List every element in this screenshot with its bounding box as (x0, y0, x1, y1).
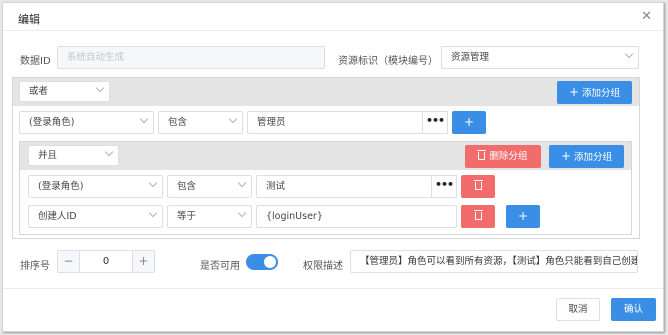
chevron-down-icon (228, 114, 238, 124)
plus-icon: + (517, 209, 529, 223)
inner-condition-2-operator[interactable]: 等于 (167, 205, 252, 228)
plus-icon: + (560, 149, 571, 163)
sort-stepper[interactable]: − 0 + (57, 250, 155, 273)
toggle-knob (264, 256, 276, 268)
sort-label: 排序号 (20, 261, 50, 272)
enabled-label: 是否可用 (200, 261, 240, 272)
inner-add-group-label: 添加分组 (574, 152, 613, 163)
resource-select-value: 资源管理 (451, 52, 490, 63)
inner-logic-select[interactable]: 并且 (28, 145, 119, 166)
inner-add-condition-button[interactable]: + (506, 205, 540, 228)
outer-condition-field-value: (登录角色) (29, 117, 75, 128)
close-icon[interactable]: ✕ (641, 9, 652, 24)
inner-condition-1-operator-value: 包含 (177, 181, 197, 192)
inner-condition-2-field[interactable]: 创建人ID (28, 205, 163, 228)
inner-condition-1-more-button[interactable]: ••• (431, 175, 457, 198)
chevron-down-icon (95, 83, 105, 93)
desc-label: 权限描述 (303, 261, 343, 272)
outer-add-condition-button[interactable]: + (452, 111, 486, 134)
sort-increment-button[interactable]: + (132, 251, 154, 272)
delete-group-label: 删除分组 (489, 151, 528, 162)
plus-icon: + (463, 115, 475, 129)
sort-value[interactable]: 0 (80, 251, 132, 272)
outer-condition-operator[interactable]: 包含 (158, 111, 243, 134)
resource-select[interactable]: 资源管理 (441, 46, 639, 69)
confirm-button[interactable]: 确认 (611, 298, 656, 321)
inner-condition-2-field-value: 创建人ID (38, 211, 77, 222)
inner-condition-2-value[interactable]: {loginUser} (256, 205, 457, 228)
inner-add-group-button[interactable]: + 添加分组 (549, 145, 624, 168)
outer-condition-value[interactable]: 管理员 (247, 111, 423, 134)
inner-condition-1-field-value: (登录角色) (38, 181, 84, 192)
data-id-label: 数据ID (20, 56, 51, 67)
trash-icon (477, 150, 487, 160)
chevron-down-icon (237, 208, 247, 218)
outer-add-group-button[interactable]: + 添加分组 (557, 81, 632, 104)
enabled-toggle[interactable] (246, 254, 278, 270)
cancel-button[interactable]: 取消 (556, 298, 600, 321)
trash-icon (473, 180, 483, 190)
chevron-down-icon (624, 49, 634, 59)
edit-dialog: 编辑 ✕ 数据ID 系统自动生成 资源标识（模块编号） 资源管理 或者 + 添加… (2, 2, 664, 332)
inner-condition-1-delete-button[interactable] (461, 175, 495, 198)
outer-logic-select[interactable]: 或者 (19, 81, 110, 102)
plus-icon: + (568, 85, 579, 99)
inner-condition-2-delete-button[interactable] (461, 205, 495, 228)
data-id-input[interactable]: 系统自动生成 (57, 46, 325, 69)
inner-condition-1-field[interactable]: (登录角色) (28, 175, 163, 198)
delete-group-button[interactable]: 删除分组 (465, 145, 541, 168)
trash-icon (473, 210, 483, 220)
chevron-down-icon (104, 147, 114, 157)
inner-condition-2-operator-value: 等于 (177, 211, 197, 222)
inner-condition-1-value[interactable]: 测试 (256, 175, 432, 198)
chevron-down-icon (237, 178, 247, 188)
inner-condition-1-operator[interactable]: 包含 (167, 175, 252, 198)
chevron-down-icon (148, 178, 158, 188)
outer-condition-more-button[interactable]: ••• (422, 111, 448, 134)
outer-condition-field[interactable]: (登录角色) (19, 111, 154, 134)
inner-logic-value: 并且 (38, 150, 58, 161)
sort-decrement-button[interactable]: − (58, 251, 80, 272)
chevron-down-icon (139, 114, 149, 124)
footer-divider (3, 288, 663, 289)
resource-label: 资源标识（模块编号） (338, 56, 438, 67)
chevron-down-icon (148, 208, 158, 218)
outer-add-group-label: 添加分组 (582, 88, 621, 99)
dialog-title: 编辑 (18, 13, 40, 26)
outer-condition-operator-value: 包含 (168, 117, 188, 128)
desc-input[interactable]: 【管理员】角色可以看到所有资源，【测试】角色只能看到自己创建的资源 (350, 250, 638, 273)
dialog-header: 编辑 ✕ (3, 3, 663, 31)
outer-logic-value: 或者 (29, 86, 49, 97)
